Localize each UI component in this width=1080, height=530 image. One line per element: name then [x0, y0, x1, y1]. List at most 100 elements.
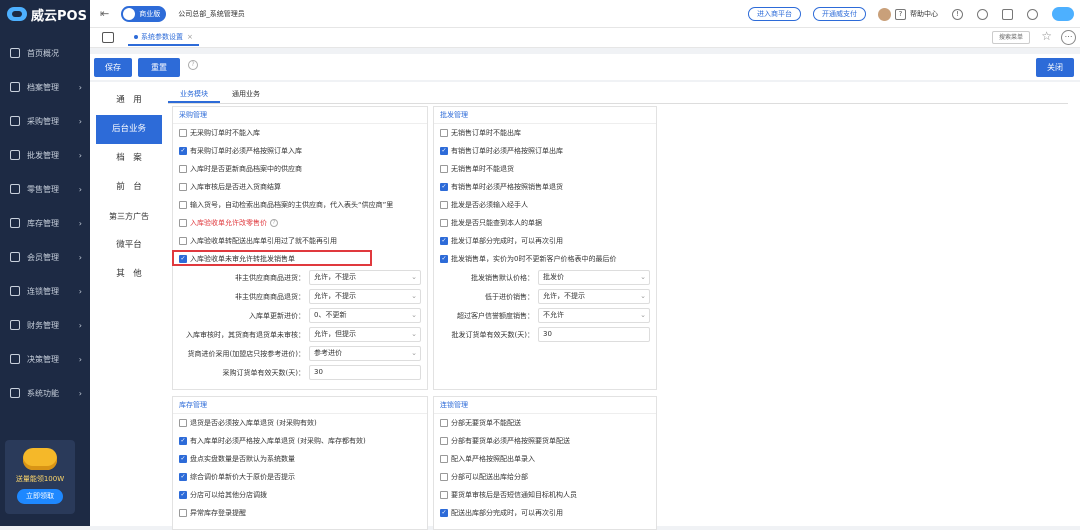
sidebar-item[interactable]: 档案管理 ›	[0, 70, 90, 104]
field-select[interactable]: 参考进价 ⌄	[309, 346, 421, 361]
checkbox[interactable]	[179, 201, 187, 209]
enter-store-button[interactable]: 进入商平台	[748, 7, 801, 21]
option-row[interactable]: 无销售单时不能退货	[434, 160, 656, 178]
option-row[interactable]: 入库审核后是否进入货商结算	[173, 178, 427, 196]
sidebar-item[interactable]: 库存管理 ›	[0, 206, 90, 240]
option-row[interactable]: 异常库存登录提醒	[173, 504, 427, 522]
days-input[interactable]: 30	[538, 327, 650, 342]
checkbox-checked[interactable]: ✓	[440, 183, 448, 191]
reset-button[interactable]: 重置	[138, 58, 180, 77]
help-center-link[interactable]: 帮助中心	[910, 9, 938, 19]
option-row[interactable]: 入库验收单转配送出库单引用过了就不能再引用	[173, 232, 427, 250]
option-row[interactable]: ✓ 批发订单部分完成时，可以再次引用	[434, 232, 656, 250]
option-row[interactable]: 分部无要货单不能配送	[434, 414, 656, 432]
sidebar-item[interactable]: 采购管理 ›	[0, 104, 90, 138]
checkbox[interactable]	[179, 237, 187, 245]
option-row[interactable]: 批发是否必须输入经手人	[434, 196, 656, 214]
field-select[interactable]: 允许，不提示 ⌄	[538, 289, 650, 304]
checkbox-checked[interactable]: ✓	[179, 147, 187, 155]
help-icon[interactable]: ?	[895, 8, 906, 20]
left-nav-item[interactable]: 档 案	[96, 144, 162, 173]
option-row[interactable]: ✓ 批发销售单，实价为0时不更新客户价格表中的最后价	[434, 250, 656, 268]
collapse-menu-icon[interactable]: ⇤	[100, 7, 109, 20]
option-row[interactable]: ✓ 配送出库部分完成时，可以再次引用	[434, 504, 656, 522]
question-icon[interactable]: ?	[188, 60, 198, 70]
sidebar-item[interactable]: 系统功能 ›	[0, 376, 90, 410]
left-nav-item[interactable]: 后台业务	[96, 115, 162, 144]
field-select[interactable]: 允许，不提示 ⌄	[309, 289, 421, 304]
close-button[interactable]: 关闭	[1036, 58, 1074, 77]
left-nav-item[interactable]: 微平台	[96, 231, 162, 260]
checkbox-checked[interactable]: ✓	[179, 473, 187, 481]
question-icon[interactable]: ?	[270, 219, 278, 227]
lock-icon[interactable]	[1002, 8, 1013, 20]
open-pay-button[interactable]: 开通威支付	[813, 7, 866, 21]
field-select[interactable]: 允许，不提示 ⌄	[309, 270, 421, 285]
option-row[interactable]: ✓ 分店可以给其他分店调拨	[173, 486, 427, 504]
option-row[interactable]: 分部可以配送出库给分部	[434, 468, 656, 486]
option-row[interactable]: ✓ 有入库单时必须严格按入库单退货 (对采购、库存都有效)	[173, 432, 427, 450]
sidebar-item[interactable]: 首页概况	[0, 36, 90, 70]
left-nav-item[interactable]: 前 台	[96, 173, 162, 202]
checkbox[interactable]	[440, 491, 448, 499]
checkbox[interactable]	[179, 509, 187, 517]
checkbox[interactable]	[179, 165, 187, 173]
option-row[interactable]: 批发是否只能查到本人的单据	[434, 214, 656, 232]
field-select[interactable]: 0、不更新 ⌄	[309, 308, 421, 323]
sidebar-item[interactable]: 决策管理 ›	[0, 342, 90, 376]
sidebar-item[interactable]: 零售管理 ›	[0, 172, 90, 206]
menu-search-input[interactable]: 搜索菜单	[992, 31, 1030, 44]
checkbox-checked[interactable]: ✓	[179, 455, 187, 463]
checkbox[interactable]	[179, 129, 187, 137]
field-select[interactable]: 批发价 ⌄	[538, 270, 650, 285]
checkbox[interactable]	[440, 419, 448, 427]
checkbox[interactable]	[440, 455, 448, 463]
checkbox-checked[interactable]: ✓	[440, 509, 448, 517]
option-row[interactable]: 无销售订单时不能出库	[434, 124, 656, 142]
days-input[interactable]: 30	[309, 365, 421, 380]
field-select[interactable]: 不允许 ⌄	[538, 308, 650, 323]
save-button[interactable]: 保存	[94, 58, 132, 77]
checkbox[interactable]	[179, 419, 187, 427]
sidebar-item[interactable]: 批发管理 ›	[0, 138, 90, 172]
checkbox-checked[interactable]: ✓	[440, 255, 448, 263]
home-icon[interactable]	[102, 32, 114, 43]
option-row[interactable]: 退货是否必须按入库单退货 (对采购有效)	[173, 414, 427, 432]
option-row[interactable]: 输入货号，自动检索出商品档案的主供应商，代入表头“供应商”里	[173, 196, 427, 214]
checkbox[interactable]	[440, 219, 448, 227]
checkbox[interactable]	[440, 201, 448, 209]
checkbox[interactable]	[179, 183, 187, 191]
option-row[interactable]: ✓ 有销售单时必须严格按照销售单退货	[434, 178, 656, 196]
option-row[interactable]: 分部有要货单必须严格按照要货单配送	[434, 432, 656, 450]
option-row[interactable]: 配入单严格按照配出单录入	[434, 450, 656, 468]
checkbox-checked[interactable]: ✓	[179, 437, 187, 445]
bell-icon[interactable]	[977, 8, 988, 20]
option-row[interactable]: 入库验收单允许改零售价?	[173, 214, 427, 232]
avatar[interactable]	[878, 7, 891, 21]
close-icon[interactable]: ×	[187, 33, 193, 41]
sidebar-item[interactable]: 会员管理 ›	[0, 240, 90, 274]
option-row[interactable]: ✓ 综合调价单新价大于原价是否提示	[173, 468, 427, 486]
settings-subtab[interactable]: 通用业务	[220, 86, 272, 103]
option-row[interactable]: ✓ 有采购订单时必须严格按照订单入库	[173, 142, 427, 160]
left-nav-item[interactable]: 其 他	[96, 260, 162, 289]
checkbox[interactable]	[440, 473, 448, 481]
checkbox-checked[interactable]: ✓	[440, 237, 448, 245]
tab-system-params[interactable]: 系统参数设置 ×	[128, 30, 199, 46]
checkbox[interactable]	[440, 129, 448, 137]
option-row[interactable]: ✓ 有销售订单时必须严格按照订单出库	[434, 142, 656, 160]
checkbox-checked[interactable]: ✓	[440, 147, 448, 155]
more-icon[interactable]: ⋯	[1061, 30, 1076, 45]
left-nav-item[interactable]: 通 用	[96, 86, 162, 115]
left-nav-item[interactable]: 第三方广告	[96, 202, 162, 231]
info-icon[interactable]: !	[952, 8, 963, 20]
sidebar-item[interactable]: 连锁管理 ›	[0, 274, 90, 308]
sidebar-item[interactable]: 财务管理 ›	[0, 308, 90, 342]
power-icon[interactable]	[1027, 8, 1038, 20]
settings-subtab[interactable]: 业务模块	[168, 86, 220, 103]
checkbox[interactable]	[179, 219, 187, 227]
field-select[interactable]: 允许，但提示 ⌄	[309, 327, 421, 342]
checkbox-checked[interactable]: ✓	[179, 491, 187, 499]
option-row[interactable]: 入库时是否更新商品档案中的供应商	[173, 160, 427, 178]
checkbox[interactable]	[440, 437, 448, 445]
